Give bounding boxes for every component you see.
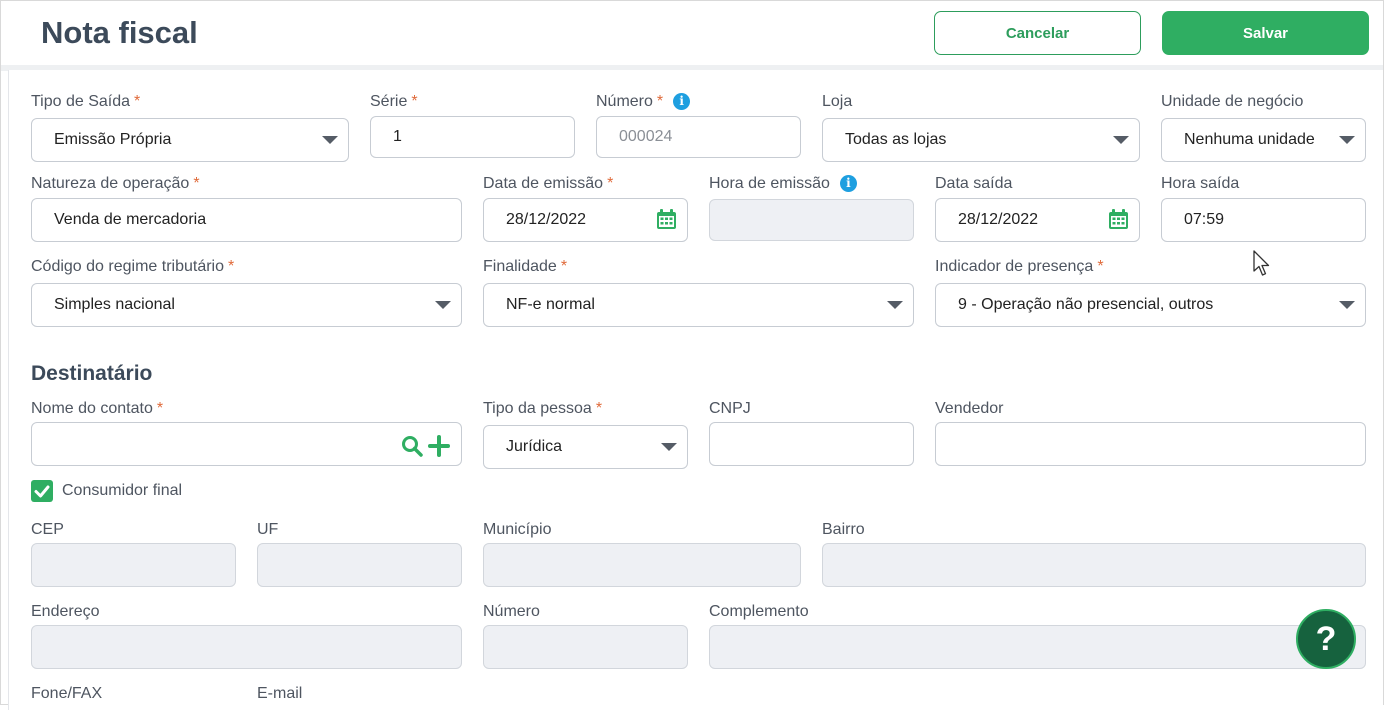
finalidade-select[interactable]: NF-e normal — [483, 283, 914, 327]
mouse-cursor-icon — [1253, 250, 1270, 276]
uf-label: UF — [257, 521, 279, 538]
loja-label: Loja — [822, 93, 853, 110]
numero-input[interactable]: 000024 — [596, 116, 801, 158]
hora-saida-value: 07:59 — [1184, 211, 1225, 228]
consumidor-final-checkbox[interactable] — [31, 480, 53, 502]
destinatario-section-title: Destinatário — [31, 362, 153, 385]
unidade-negocio-value: Nenhuma unidade — [1184, 131, 1315, 148]
numero-placeholder: 000024 — [619, 128, 673, 145]
cancel-button[interactable]: Cancelar — [934, 11, 1141, 55]
natureza-operacao-label: Natureza de operação * — [31, 175, 200, 192]
cep-label: CEP — [31, 521, 64, 538]
data-saida-value: 28/12/2022 — [958, 211, 1039, 228]
indicador-presenca-select[interactable]: 9 - Operação não presencial, outros — [935, 283, 1366, 327]
search-icon[interactable] — [401, 435, 425, 457]
chevron-down-icon — [322, 136, 338, 144]
municipio-label: Município — [483, 521, 552, 538]
chevron-down-icon — [1339, 136, 1355, 144]
data-emissao-input[interactable]: 28/12/2022 — [483, 198, 688, 242]
vendedor-input[interactable] — [935, 422, 1366, 466]
serie-label: Série * — [370, 93, 418, 110]
bairro-input — [822, 543, 1366, 587]
bairro-label: Bairro — [822, 521, 865, 538]
natureza-operacao-value: Venda de mercadoria — [54, 211, 207, 228]
unidade-negocio-select[interactable]: Nenhuma unidade — [1161, 118, 1366, 162]
unidade-negocio-label: Unidade de negócio — [1161, 93, 1304, 110]
nome-contato-input[interactable] — [31, 422, 462, 466]
save-button[interactable]: Salvar — [1162, 11, 1369, 55]
regime-tributario-value: Simples nacional — [54, 296, 175, 313]
plus-icon[interactable] — [428, 435, 450, 457]
loja-select[interactable]: Todas as lojas — [822, 118, 1140, 162]
form-panel — [8, 70, 1383, 710]
regime-tributario-select[interactable]: Simples nacional — [31, 283, 462, 327]
chevron-down-icon — [1339, 301, 1355, 309]
calendar-icon[interactable] — [1108, 209, 1129, 230]
natureza-operacao-input[interactable]: Venda de mercadoria — [31, 198, 462, 242]
help-icon: ? — [1315, 619, 1337, 658]
endereco-label: Endereço — [31, 603, 100, 620]
hora-emissao-input — [709, 199, 914, 241]
tipo-saida-select[interactable]: Emissão Própria — [31, 118, 349, 162]
loja-value: Todas as lojas — [845, 131, 947, 148]
uf-input — [257, 543, 462, 587]
chevron-down-icon — [887, 301, 903, 309]
data-emissao-label: Data de emissão * — [483, 175, 614, 192]
complemento-input — [709, 625, 1366, 669]
fone-fax-label: Fone/FAX — [31, 685, 103, 702]
tipo-pessoa-value: Jurídica — [506, 438, 563, 455]
chevron-down-icon — [1113, 136, 1129, 144]
cep-input — [31, 543, 236, 587]
municipio-input — [483, 543, 801, 587]
hora-saida-label: Hora saída — [1161, 175, 1240, 192]
data-saida-label: Data saída — [935, 175, 1013, 192]
nome-contato-label: Nome do contato * — [31, 400, 164, 417]
numero-dest-input — [483, 625, 688, 669]
vendedor-label: Vendedor — [935, 400, 1004, 417]
chevron-down-icon — [661, 443, 677, 451]
header: Nota fiscal Cancelar Salvar — [1, 1, 1383, 65]
help-button[interactable]: ? — [1296, 609, 1356, 669]
indicador-presenca-value: 9 - Operação não presencial, outros — [958, 296, 1214, 313]
numero-dest-label: Número — [483, 603, 540, 620]
finalidade-value: NF-e normal — [506, 296, 595, 313]
hora-emissao-label: Hora de emissão i — [709, 175, 857, 193]
endereco-input — [31, 625, 462, 669]
email-label: E-mail — [257, 685, 303, 702]
tipo-saida-label: Tipo de Saída * — [31, 93, 141, 110]
info-icon[interactable]: i — [673, 93, 691, 110]
consumidor-final-label: Consumidor final — [62, 482, 183, 499]
data-saida-input[interactable]: 28/12/2022 — [935, 198, 1140, 242]
chevron-down-icon — [435, 301, 451, 309]
serie-input[interactable]: 1 — [370, 116, 575, 158]
tipo-saida-value: Emissão Própria — [54, 131, 172, 148]
calendar-icon[interactable] — [656, 209, 677, 230]
cnpj-input[interactable] — [709, 422, 914, 466]
finalidade-label: Finalidade * — [483, 258, 568, 275]
regime-tributario-label: Código do regime tributário * — [31, 258, 235, 275]
info-icon[interactable]: i — [839, 175, 857, 192]
data-emissao-value: 28/12/2022 — [506, 211, 587, 228]
complemento-label: Complemento — [709, 603, 809, 620]
cnpj-label: CNPJ — [709, 400, 751, 417]
serie-value: 1 — [393, 128, 402, 145]
page-title: Nota fiscal — [41, 15, 198, 50]
check-icon — [34, 485, 50, 498]
tipo-pessoa-select[interactable]: Jurídica — [483, 425, 688, 469]
hora-saida-input[interactable]: 07:59 — [1161, 198, 1366, 242]
indicador-presenca-label: Indicador de presença * — [935, 258, 1104, 275]
numero-label: Número * i — [596, 93, 691, 111]
tipo-pessoa-label: Tipo da pessoa * — [483, 400, 603, 417]
